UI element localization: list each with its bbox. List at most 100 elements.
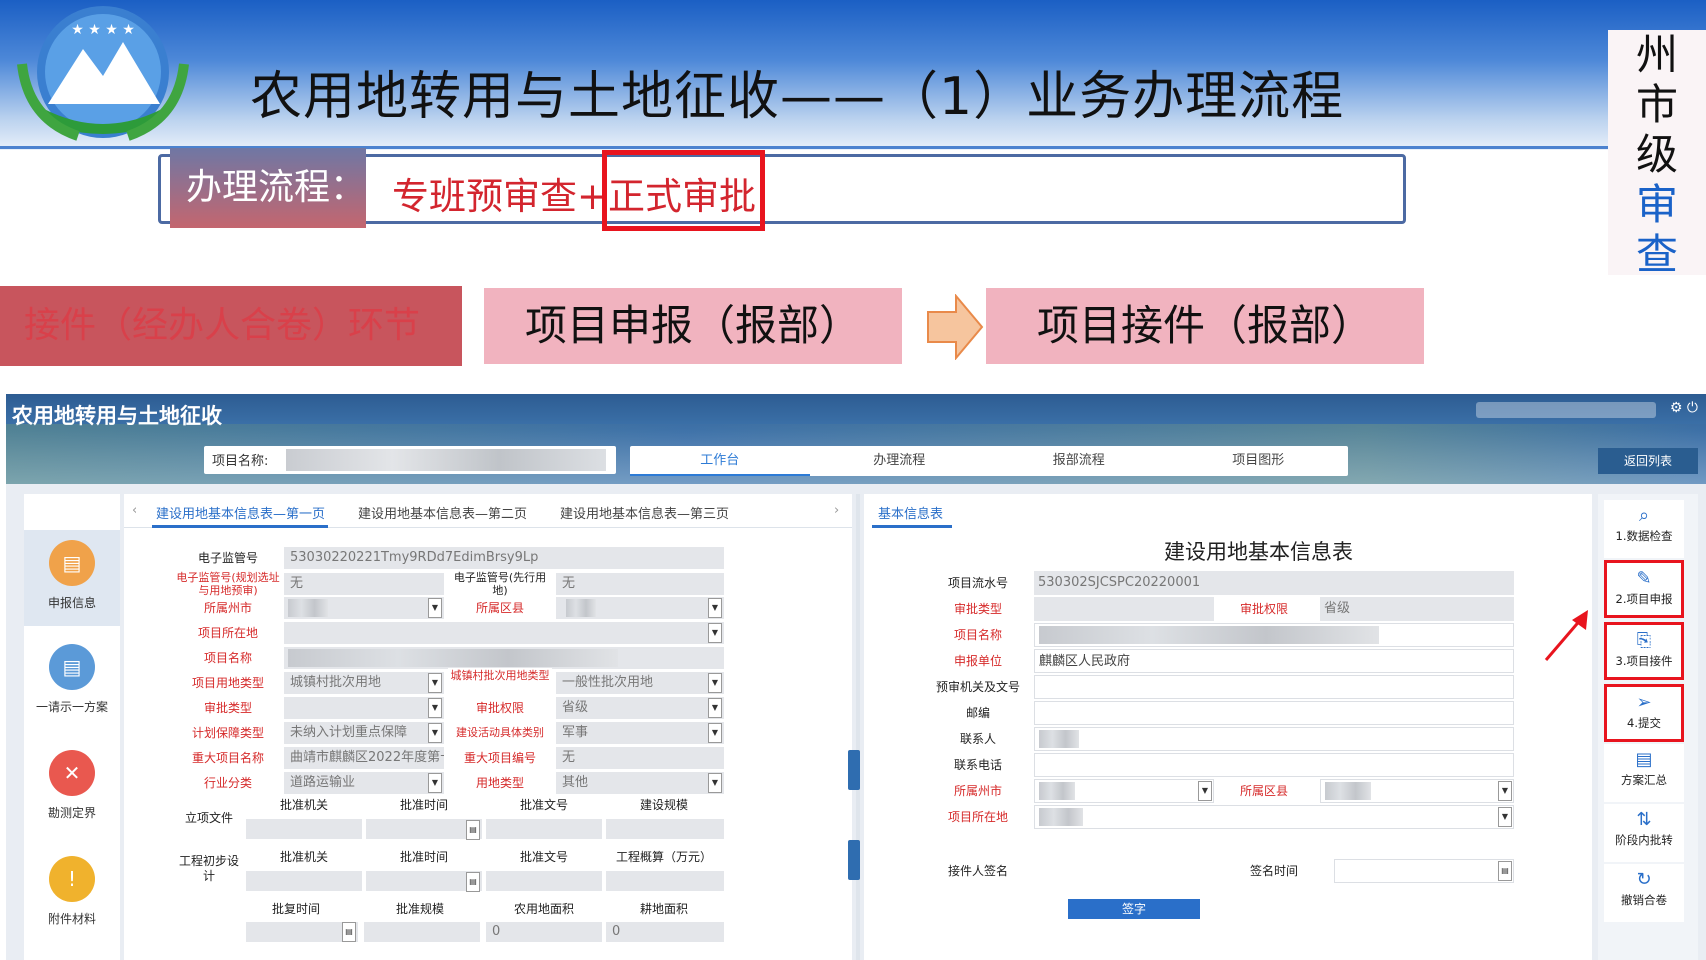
calendar-icon[interactable]: ▤	[1498, 861, 1512, 881]
nav-label: 附件材料	[47, 912, 96, 926]
field-value[interactable]	[1034, 805, 1514, 829]
form-tab-page3[interactable]: 建设用地基本信息表—第三页	[560, 503, 729, 522]
sign-button[interactable]: 签字	[1068, 899, 1200, 919]
plan-summary-button[interactable]: ▤ 方案汇总	[1604, 744, 1684, 802]
grid-input[interactable]	[606, 871, 724, 891]
field-value[interactable]	[284, 647, 724, 669]
tab-process[interactable]: 办理流程	[810, 446, 990, 476]
dropdown-caret-icon[interactable]: ▼	[428, 773, 442, 793]
nav-one-request[interactable]: ▤ 一请示一方案	[24, 634, 120, 730]
dropdown-caret-icon[interactable]: ▼	[708, 673, 722, 693]
field-value[interactable]: 曲靖市麒麟区2022年度第十	[284, 747, 444, 769]
field-value[interactable]: 无	[556, 573, 724, 595]
dropdown-caret-icon[interactable]: ▼	[708, 773, 722, 793]
grid-input[interactable]	[366, 819, 482, 839]
redacted-value	[286, 449, 606, 471]
field-value[interactable]	[284, 622, 724, 644]
field-value[interactable]: 未纳入计划重点保障	[284, 722, 444, 744]
grid-input[interactable]	[606, 819, 724, 839]
field-value[interactable]: 530302SJCSPC20220001	[1034, 571, 1514, 595]
form-tab-page2[interactable]: 建设用地基本信息表—第二页	[358, 503, 527, 522]
field-value[interactable]	[1034, 623, 1514, 647]
action-label: 4.提交	[1627, 716, 1661, 730]
project-report-button[interactable]: ✎ 2.项目申报	[1604, 560, 1684, 618]
dropdown-caret-icon[interactable]: ▼	[428, 723, 442, 743]
tab-project-map[interactable]: 项目图形	[1169, 446, 1349, 476]
dropdown-caret-icon[interactable]: ▼	[1498, 807, 1512, 827]
dropdown-caret-icon[interactable]: ▼	[708, 623, 722, 643]
grid-input[interactable]	[246, 819, 362, 839]
field-value[interactable]: 城镇村批次用地	[284, 672, 444, 694]
field-value[interactable]: 麒麟区人民政府	[1034, 649, 1514, 673]
field-value[interactable]	[1034, 675, 1514, 699]
form-tab-page1[interactable]: 建设用地基本信息表—第一页	[156, 503, 325, 522]
field-value[interactable]	[284, 597, 444, 619]
chevron-left-icon[interactable]: ‹	[132, 503, 137, 518]
dropdown-caret-icon[interactable]: ▼	[1198, 781, 1212, 801]
field-value[interactable]: 省级	[1320, 597, 1514, 621]
field-label: 邮编	[965, 706, 990, 720]
field-value[interactable]: 省级	[556, 697, 724, 719]
field-value[interactable]: 其他	[556, 772, 724, 794]
data-check-button[interactable]: ⌕ 1.数据检查	[1604, 500, 1684, 558]
field-label: 申报单位	[953, 654, 1002, 668]
project-receive-button[interactable]: ⎘ 3.项目接件	[1604, 622, 1684, 680]
undo-filing-button[interactable]: ↻ 撤销合卷	[1604, 864, 1684, 922]
action-rail: ⌕ 1.数据检查 ✎ 2.项目申报 ⎘ 3.项目接件 ➢ 4.提交 ▤ 方案汇总 ⇅ 阶段内…	[1598, 494, 1698, 960]
field-value[interactable]	[1034, 753, 1514, 777]
tab-report-flow[interactable]: 报部流程	[989, 446, 1169, 476]
field-value[interactable]	[1034, 779, 1214, 803]
field-value[interactable]: 无	[556, 747, 724, 769]
field-value[interactable]	[1320, 779, 1514, 803]
field-label: 项目流水号	[947, 576, 1008, 590]
field-value[interactable]	[1034, 727, 1514, 751]
field-value[interactable]	[556, 597, 724, 619]
field-value[interactable]	[1034, 701, 1514, 725]
dropdown-caret-icon[interactable]: ▼	[708, 723, 722, 743]
field-value[interactable]: 军事	[556, 722, 724, 744]
field-label: 电子监管号	[176, 546, 280, 570]
info-tab[interactable]: 基本信息表	[878, 503, 943, 522]
top-nav: 工作台 办理流程 报部流程 项目图形	[630, 446, 1348, 476]
grid-input[interactable]	[486, 819, 602, 839]
sign-time-field[interactable]	[1334, 859, 1514, 883]
nav-attachments[interactable]: ! 附件材料	[24, 846, 120, 942]
grid-input[interactable]: 0	[606, 922, 724, 942]
dropdown-caret-icon[interactable]: ▼	[428, 698, 442, 718]
grid-input[interactable]: 0	[486, 922, 602, 942]
calendar-icon[interactable]: ▤	[466, 820, 480, 840]
nav-survey[interactable]: ✕ 勘测定界	[24, 740, 120, 836]
field-label: 联系电话	[953, 758, 1002, 772]
field-value[interactable]	[284, 697, 444, 719]
project-name-field[interactable]: 项目名称:	[204, 446, 616, 474]
field-value[interactable]: 道路运输业	[284, 772, 444, 794]
grid-input[interactable]	[486, 871, 602, 891]
nav-report-info[interactable]: ▤ 申报信息	[24, 530, 120, 626]
form-tabs: ‹ 建设用地基本信息表—第一页 建设用地基本信息表—第二页 建设用地基本信息表—…	[124, 494, 852, 528]
field-value[interactable]: 53030220221Tmy9RDd7EdimBrsy9Lp	[284, 547, 724, 569]
submit-button[interactable]: ➢ 4.提交	[1604, 684, 1684, 742]
dropdown-caret-icon[interactable]: ▼	[1498, 781, 1512, 801]
field-value[interactable]: 一般性批次用地	[556, 672, 724, 694]
dropdown-caret-icon[interactable]: ▼	[428, 598, 442, 618]
grid-input[interactable]	[246, 871, 362, 891]
chevron-right-icon[interactable]: ›	[834, 503, 839, 518]
field-label: 审批权限	[448, 696, 552, 720]
tab-workbench[interactable]: 工作台	[630, 446, 810, 476]
attachment-icon: !	[49, 856, 95, 902]
calendar-icon[interactable]: ▤	[342, 922, 356, 942]
settings-power-icons[interactable]: ⚙ ⏻	[1670, 400, 1698, 416]
grid-input[interactable]	[366, 871, 482, 891]
dropdown-caret-icon[interactable]: ▼	[708, 598, 722, 618]
stage-transfer-button[interactable]: ⇅ 阶段内批转	[1604, 804, 1684, 862]
back-to-list-button[interactable]: 返回列表	[1598, 448, 1698, 474]
grid-input[interactable]	[364, 922, 480, 942]
collapse-handle[interactable]	[848, 840, 860, 880]
collapse-handle[interactable]	[848, 750, 860, 790]
field-value[interactable]: 无	[284, 573, 444, 595]
transfer-icon: ⇅	[1636, 809, 1652, 830]
dropdown-caret-icon[interactable]: ▼	[708, 698, 722, 718]
dropdown-caret-icon[interactable]: ▼	[428, 673, 442, 693]
field-value[interactable]	[1034, 597, 1214, 621]
calendar-icon[interactable]: ▤	[466, 872, 480, 892]
